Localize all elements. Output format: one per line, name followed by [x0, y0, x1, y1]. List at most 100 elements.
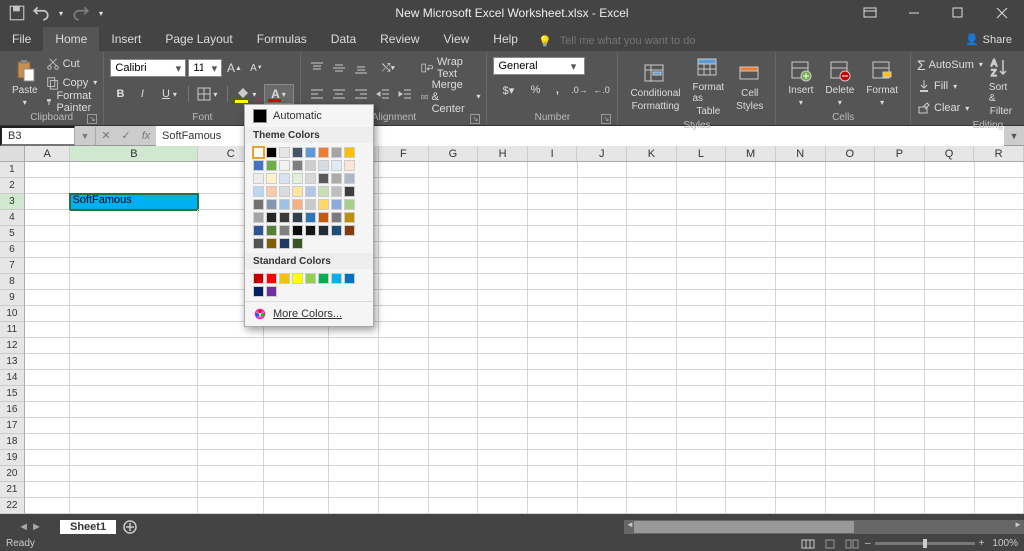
- italic-button[interactable]: I: [132, 84, 152, 104]
- cell[interactable]: [25, 482, 71, 498]
- row-header[interactable]: 22: [0, 498, 25, 514]
- align-middle-icon[interactable]: [329, 58, 349, 78]
- align-center-icon[interactable]: [329, 84, 349, 104]
- cell[interactable]: [329, 338, 379, 354]
- cell[interactable]: [528, 338, 578, 354]
- cell[interactable]: [25, 450, 71, 466]
- cell[interactable]: [925, 194, 975, 210]
- cell[interactable]: [776, 434, 826, 450]
- cell[interactable]: [627, 450, 677, 466]
- cell[interactable]: [478, 178, 528, 194]
- cell[interactable]: [70, 290, 198, 306]
- color-swatch[interactable]: [344, 225, 355, 236]
- cell[interactable]: [264, 386, 329, 402]
- cell[interactable]: [776, 258, 826, 274]
- row-header[interactable]: 5: [0, 226, 25, 242]
- cell[interactable]: [528, 162, 578, 178]
- orientation-icon[interactable]: ⤭▾: [373, 58, 403, 78]
- conditional-formatting-button[interactable]: ConditionalFormatting: [624, 54, 686, 119]
- cell[interactable]: [578, 194, 628, 210]
- cell[interactable]: [25, 258, 71, 274]
- zoom-out-icon[interactable]: –: [865, 538, 871, 549]
- cell[interactable]: [379, 482, 429, 498]
- cell[interactable]: [776, 274, 826, 290]
- cell[interactable]: [379, 242, 429, 258]
- row-header[interactable]: 11: [0, 322, 25, 338]
- cell[interactable]: [776, 290, 826, 306]
- cell[interactable]: [677, 290, 727, 306]
- paste-button[interactable]: Paste ▾: [6, 54, 44, 111]
- zoom-level[interactable]: 100%: [992, 538, 1018, 549]
- cell[interactable]: [198, 450, 263, 466]
- more-colors-item[interactable]: More Colors...: [245, 301, 373, 326]
- cell[interactable]: [264, 482, 329, 498]
- cell[interactable]: [528, 402, 578, 418]
- cell[interactable]: [578, 434, 628, 450]
- dialog-launcher-icon[interactable]: ↘: [601, 114, 611, 124]
- cell[interactable]: [875, 178, 925, 194]
- cell[interactable]: [776, 306, 826, 322]
- cell[interactable]: [329, 434, 379, 450]
- tab-home[interactable]: Home: [43, 27, 99, 51]
- color-swatch[interactable]: [344, 173, 355, 184]
- color-swatch[interactable]: [344, 199, 355, 210]
- cell[interactable]: [875, 434, 925, 450]
- horizontal-scrollbar[interactable]: ◄ ►: [624, 520, 1024, 534]
- cell[interactable]: [478, 498, 528, 514]
- cell[interactable]: [25, 194, 71, 210]
- cell[interactable]: [826, 434, 876, 450]
- color-swatch[interactable]: [253, 238, 264, 249]
- cell[interactable]: [875, 322, 925, 338]
- cell[interactable]: [925, 434, 975, 450]
- cell[interactable]: [478, 194, 528, 210]
- cell[interactable]: [379, 194, 429, 210]
- insert-cells-button[interactable]: Insert▾: [782, 54, 819, 111]
- comma-format-icon[interactable]: ,: [547, 80, 567, 100]
- cell[interactable]: [925, 498, 975, 514]
- cell[interactable]: [70, 370, 198, 386]
- cell[interactable]: [677, 466, 727, 482]
- cell[interactable]: [627, 338, 677, 354]
- cell[interactable]: [478, 338, 528, 354]
- tab-review[interactable]: Review: [368, 27, 431, 51]
- cell[interactable]: [198, 354, 263, 370]
- cell[interactable]: [379, 354, 429, 370]
- tab-page-layout[interactable]: Page Layout: [153, 27, 244, 51]
- row-header[interactable]: 17: [0, 418, 25, 434]
- cell[interactable]: [975, 498, 1024, 514]
- redo-icon[interactable]: [72, 4, 90, 22]
- cell[interactable]: [578, 226, 628, 242]
- cell[interactable]: [726, 434, 776, 450]
- cell[interactable]: [578, 274, 628, 290]
- cell[interactable]: [875, 466, 925, 482]
- cell[interactable]: [198, 434, 263, 450]
- color-swatch[interactable]: [318, 225, 329, 236]
- cell[interactable]: [726, 290, 776, 306]
- cell[interactable]: [627, 354, 677, 370]
- cell[interactable]: [198, 466, 263, 482]
- cell[interactable]: [329, 354, 379, 370]
- cell[interactable]: [627, 498, 677, 514]
- cell[interactable]: [578, 322, 628, 338]
- cell[interactable]: [925, 482, 975, 498]
- color-swatch[interactable]: [253, 147, 264, 158]
- cell[interactable]: [578, 306, 628, 322]
- cell[interactable]: [677, 226, 727, 242]
- cell[interactable]: [826, 338, 876, 354]
- color-swatch[interactable]: [292, 238, 303, 249]
- cell[interactable]: [975, 322, 1024, 338]
- cell[interactable]: [429, 162, 479, 178]
- color-swatch[interactable]: [253, 273, 264, 284]
- cell[interactable]: [429, 418, 479, 434]
- cell[interactable]: [25, 210, 71, 226]
- cell[interactable]: [528, 178, 578, 194]
- cell[interactable]: [429, 402, 479, 418]
- cell[interactable]: [429, 466, 479, 482]
- cell[interactable]: [528, 194, 578, 210]
- row-header[interactable]: 9: [0, 290, 25, 306]
- cell[interactable]: [329, 402, 379, 418]
- cell[interactable]: [25, 354, 71, 370]
- select-all-corner[interactable]: [0, 146, 25, 161]
- cell[interactable]: [826, 194, 876, 210]
- clear-button[interactable]: Clear▾: [917, 99, 983, 118]
